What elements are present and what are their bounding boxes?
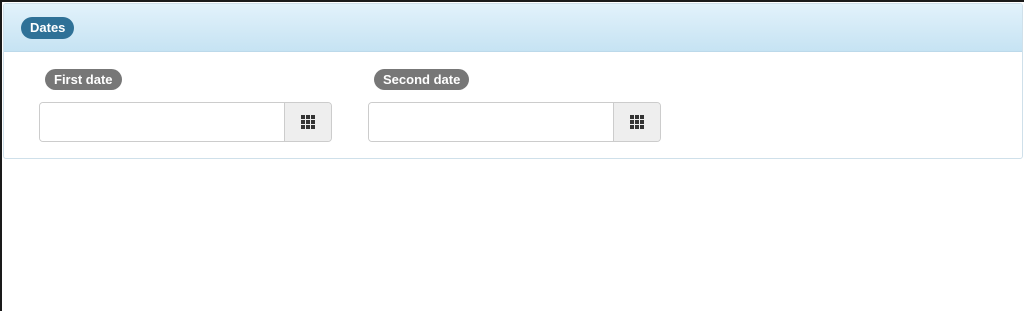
dates-panel: Dates First date Second date xyxy=(3,3,1023,159)
panel-title: Dates xyxy=(21,17,75,39)
second-date-field-group xyxy=(368,102,661,142)
first-date-field-group xyxy=(39,102,332,142)
second-date-picker-button[interactable] xyxy=(613,103,660,141)
first-date-input[interactable] xyxy=(40,103,284,141)
first-date-label: First date xyxy=(45,69,122,90)
second-date-input[interactable] xyxy=(369,103,613,141)
second-date-label: Second date xyxy=(374,69,470,90)
panel-header: Dates xyxy=(4,4,1022,52)
calendar-grid-icon xyxy=(630,115,644,129)
first-date-picker-button[interactable] xyxy=(284,103,331,141)
calendar-grid-icon xyxy=(301,115,315,129)
viewport: Dates First date Second date xyxy=(0,0,1024,311)
